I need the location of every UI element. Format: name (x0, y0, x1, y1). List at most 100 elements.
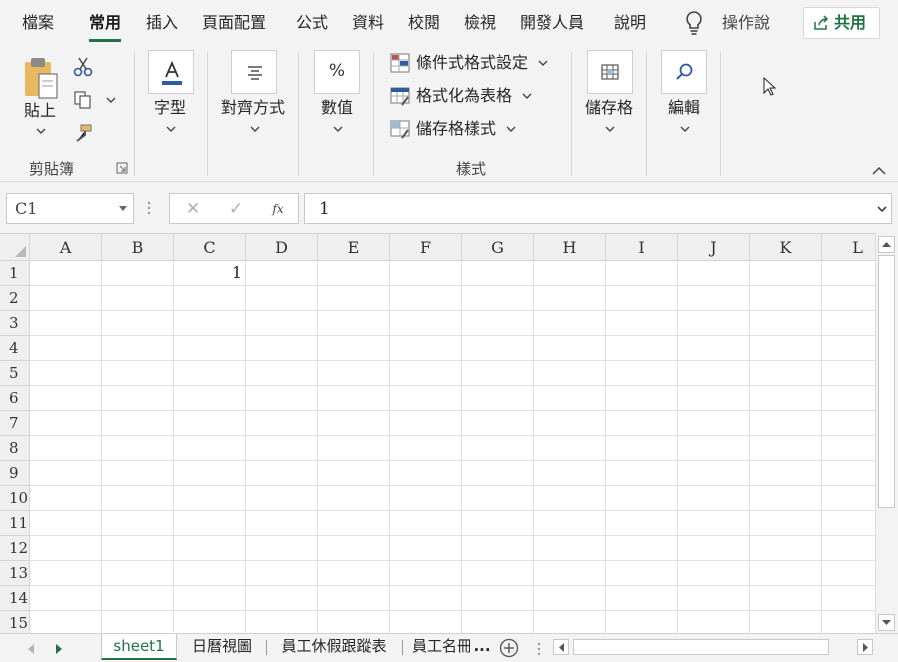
sheet-tab-sheet1[interactable]: sheet1 (101, 634, 177, 660)
cell-styles-label[interactable]: 儲存格樣式 (416, 119, 496, 139)
tab-data[interactable]: 資料 (352, 12, 384, 34)
row-header-11[interactable]: 11 (0, 511, 30, 536)
column-header-l[interactable]: L (822, 234, 875, 261)
paste-icon[interactable] (22, 56, 62, 102)
conditional-formatting-chevron-down-icon[interactable] (538, 59, 548, 67)
number-chevron-down-icon[interactable] (333, 125, 343, 133)
format-as-table-label[interactable]: 格式化為表格 (416, 86, 512, 106)
format-as-table-icon[interactable] (389, 85, 411, 107)
paste-chevron-down-icon[interactable] (36, 127, 46, 135)
font-button[interactable] (148, 50, 194, 94)
row-header-14[interactable]: 14 (0, 586, 30, 611)
column-header-h[interactable]: H (534, 234, 606, 261)
row-header-4[interactable]: 4 (0, 336, 30, 361)
collapse-ribbon-icon[interactable] (872, 166, 886, 175)
font-group-label[interactable]: 字型 (154, 98, 186, 118)
horizontal-scroll-thumb[interactable] (573, 639, 829, 655)
tell-me-search[interactable]: 操作說 (722, 12, 770, 34)
scroll-up-button[interactable] (878, 236, 895, 253)
previous-sheet-icon[interactable] (27, 644, 35, 654)
column-header-g[interactable]: G (462, 234, 534, 261)
name-box[interactable]: C1 (6, 193, 134, 224)
row-header-1[interactable]: 1 (0, 261, 30, 286)
number-group-label[interactable]: 數值 (321, 98, 353, 118)
editing-group-label[interactable]: 編輯 (668, 98, 700, 118)
cells-button[interactable] (587, 50, 633, 94)
add-sheet-icon[interactable] (499, 638, 519, 658)
row-header-10[interactable]: 10 (0, 486, 30, 511)
cancel-icon[interactable]: ✕ (182, 198, 204, 220)
row-header-9[interactable]: 9 (0, 461, 30, 486)
number-button[interactable]: % (314, 50, 360, 94)
row-header-2[interactable]: 2 (0, 286, 30, 311)
tab-insert[interactable]: 插入 (146, 12, 178, 34)
tab-file[interactable]: 檔案 (22, 12, 54, 34)
tab-page-layout[interactable]: 頁面配置 (202, 12, 266, 34)
scroll-down-button[interactable] (878, 614, 895, 631)
row-header-13[interactable]: 13 (0, 561, 30, 586)
copy-chevron-down-icon[interactable] (106, 96, 116, 104)
editing-chevron-down-icon[interactable] (680, 125, 690, 133)
formula-bar-grip-icon[interactable] (147, 199, 151, 217)
tab-help[interactable]: 說明 (614, 12, 646, 34)
share-button[interactable]: 共用 (803, 7, 880, 39)
column-header-f[interactable]: F (390, 234, 462, 261)
vertical-scroll-thumb[interactable] (878, 255, 895, 508)
column-header-d[interactable]: D (246, 234, 318, 261)
sheet-tab-employee-roster[interactable]: 員工名冊 (406, 634, 470, 660)
cell-styles-icon[interactable] (389, 118, 411, 140)
tab-review[interactable]: 校閱 (408, 12, 440, 34)
cut-icon[interactable] (72, 56, 94, 78)
editing-button[interactable] (661, 50, 707, 94)
tab-split-grip-icon[interactable] (537, 642, 541, 656)
column-header-c[interactable]: C (174, 234, 246, 261)
row-header-3[interactable]: 3 (0, 311, 30, 336)
insert-function-icon[interactable]: fx (267, 198, 289, 220)
cells-chevron-down-icon[interactable] (605, 125, 615, 133)
dialog-launcher-icon[interactable] (116, 162, 128, 174)
scroll-left-button[interactable] (553, 639, 569, 655)
row-header-12[interactable]: 12 (0, 536, 30, 561)
select-all-button[interactable] (0, 234, 30, 261)
column-header-b[interactable]: B (102, 234, 174, 261)
row-header-5[interactable]: 5 (0, 361, 30, 386)
expand-formula-bar-icon[interactable] (877, 206, 887, 213)
cell-area[interactable] (30, 261, 875, 633)
format-painter-icon[interactable] (72, 122, 94, 144)
lightbulb-icon[interactable] (682, 10, 706, 36)
row-header-8[interactable]: 8 (0, 436, 30, 461)
column-header-j[interactable]: J (678, 234, 750, 261)
worksheet-grid[interactable]: ABCDEFGHIJKL 1 2 3 4 5 6 7 8 9 10 11 12 13 14 15 1 (0, 233, 875, 633)
paste-label[interactable]: 貼上 (24, 101, 56, 121)
column-header-i[interactable]: I (606, 234, 678, 261)
format-as-table-chevron-down-icon[interactable] (522, 92, 532, 100)
alignment-group-label[interactable]: 對齊方式 (221, 98, 285, 118)
tab-formulas[interactable]: 公式 (296, 12, 328, 34)
row-header-7[interactable]: 7 (0, 411, 30, 436)
row-header-6[interactable]: 6 (0, 386, 30, 411)
scroll-right-button[interactable] (857, 639, 873, 655)
font-chevron-down-icon[interactable] (166, 125, 176, 133)
column-header-e[interactable]: E (318, 234, 390, 261)
cell-c1[interactable]: 1 (174, 261, 242, 285)
tab-developer[interactable]: 開發人員 (520, 12, 584, 34)
column-header-k[interactable]: K (750, 234, 822, 261)
column-header-a[interactable]: A (30, 234, 102, 261)
name-box-dropdown-icon[interactable] (119, 206, 127, 212)
alignment-chevron-down-icon[interactable] (250, 125, 260, 133)
enter-icon[interactable]: ✓ (225, 198, 247, 220)
formula-input[interactable]: 1 (304, 193, 892, 224)
alignment-button[interactable] (231, 50, 277, 94)
tab-view[interactable]: 檢視 (464, 12, 496, 34)
conditional-formatting-icon[interactable] (389, 52, 411, 74)
more-sheets-indicator[interactable]: ... (472, 634, 492, 660)
cells-group-label[interactable]: 儲存格 (585, 98, 633, 118)
tab-home[interactable]: 常用 (89, 12, 122, 42)
row-header-15[interactable]: 15 (0, 611, 30, 633)
horizontal-scrollbar[interactable] (553, 637, 873, 657)
copy-icon[interactable] (72, 89, 94, 111)
sheet-tab-calendar-view[interactable]: 日曆視圖 (180, 634, 264, 660)
next-sheet-icon[interactable] (55, 644, 63, 654)
vertical-scrollbar[interactable] (875, 233, 898, 633)
sheet-tab-leave-tracker[interactable]: 員工休假跟蹤表 (270, 634, 398, 660)
